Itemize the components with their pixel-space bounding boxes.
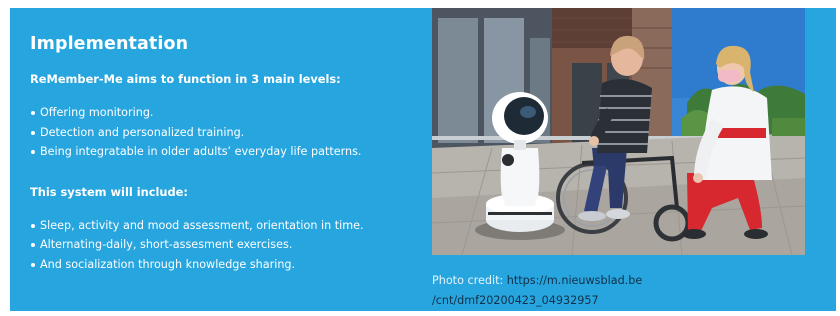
list-item: And socialization through knowledge shar… xyxy=(30,255,425,275)
photo-credit-link[interactable]: https://m.nieuwsblad.be xyxy=(507,274,642,287)
photo-illustration xyxy=(432,8,805,255)
list-item: Being integratable in older adults’ ever… xyxy=(30,142,425,162)
includes-heading: This system will include: xyxy=(30,184,188,199)
levels-intro: ReMember-Me aims to function in 3 main l… xyxy=(30,72,341,86)
levels-list: Offering monitoring. Detection and perso… xyxy=(30,103,425,162)
section-title: Implementation xyxy=(30,34,189,54)
list-item: Detection and personalized training. xyxy=(30,123,425,143)
includes-list: Sleep, activity and mood assessment, ori… xyxy=(30,216,425,275)
text-column: Implementation ReMember-Me aims to funct… xyxy=(30,34,425,275)
content-panel: Implementation ReMember-Me aims to funct… xyxy=(10,8,836,311)
robot-photo xyxy=(432,8,805,255)
photo-credit: Photo credit: https://m.nieuwsblad.be /c… xyxy=(432,271,762,310)
photo-credit-label: Photo credit: xyxy=(432,274,504,287)
list-item: Alternating-daily, short-assesment exerc… xyxy=(30,235,425,255)
list-item: Sleep, activity and mood assessment, ori… xyxy=(30,216,425,236)
list-item: Offering monitoring. xyxy=(30,103,425,123)
photo-credit-link-path[interactable]: /cnt/dmf20200423_04932957 xyxy=(432,294,599,307)
